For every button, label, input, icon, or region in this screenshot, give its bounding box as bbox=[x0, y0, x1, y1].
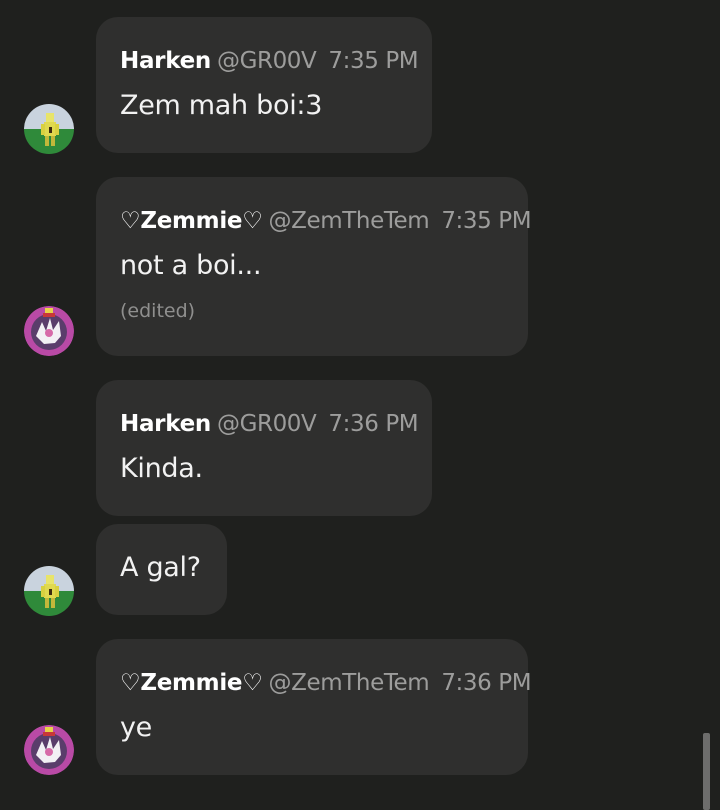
author-handle[interactable]: @ZemTheTem bbox=[269, 670, 430, 696]
message-bubble[interactable]: A gal? bbox=[96, 524, 227, 615]
message-text: ye bbox=[120, 712, 152, 743]
message-bubble[interactable]: Harken @GR00V 7:36 PM Kinda. bbox=[96, 380, 432, 516]
author-name[interactable]: Harken bbox=[120, 411, 211, 437]
message-header: Harken @GR00V 7:35 PM bbox=[120, 47, 419, 75]
zemmie-avatar[interactable] bbox=[24, 725, 74, 775]
chat-thread: Harken @GR00V 7:35 PM Zem mah boi:3 ♡Zemmi… bbox=[0, 0, 720, 810]
message-bubble[interactable]: ♡Zemmie♡ @ZemTheTem 7:35 PM not a boi... (… bbox=[96, 177, 532, 356]
message-header: Harken @GR00V 7:36 PM bbox=[120, 410, 419, 438]
message-timestamp: 7:35 PM bbox=[328, 48, 419, 74]
scrollbar-thumb[interactable] bbox=[703, 733, 710, 810]
message-text: A gal? bbox=[120, 552, 201, 583]
zemmie-avatar-image bbox=[24, 725, 74, 775]
message-bubble[interactable]: ♡Zemmie♡ @ZemTheTem 7:36 PM ye bbox=[96, 639, 532, 775]
zemmie-avatar[interactable] bbox=[24, 306, 74, 356]
author-name[interactable]: ♡Zemmie♡ bbox=[120, 208, 263, 234]
author-handle[interactable]: @GR00V bbox=[217, 411, 317, 437]
author-name[interactable]: Harken bbox=[120, 48, 211, 74]
author-handle[interactable]: @GR00V bbox=[217, 48, 317, 74]
message-text: Kinda. bbox=[120, 453, 203, 484]
harken-avatar[interactable] bbox=[24, 566, 74, 616]
message-timestamp: 7:35 PM bbox=[441, 208, 532, 234]
message-timestamp: 7:36 PM bbox=[441, 670, 532, 696]
message-timestamp: 7:36 PM bbox=[328, 411, 419, 437]
message-bubble[interactable]: Harken @GR00V 7:35 PM Zem mah boi:3 bbox=[96, 17, 432, 153]
author-name[interactable]: ♡Zemmie♡ bbox=[120, 670, 263, 696]
harken-avatar-image bbox=[24, 104, 74, 154]
zemmie-avatar-image bbox=[24, 306, 74, 356]
harken-avatar-image bbox=[24, 566, 74, 616]
message-text: Zem mah boi:3 bbox=[120, 90, 323, 121]
message-header: ♡Zemmie♡ @ZemTheTem 7:36 PM bbox=[120, 669, 532, 697]
author-handle[interactable]: @ZemTheTem bbox=[269, 208, 430, 234]
harken-avatar[interactable] bbox=[24, 104, 74, 154]
edited-label: (edited) bbox=[120, 300, 196, 322]
message-text: not a boi... bbox=[120, 250, 262, 281]
message-header: ♡Zemmie♡ @ZemTheTem 7:35 PM bbox=[120, 207, 532, 235]
